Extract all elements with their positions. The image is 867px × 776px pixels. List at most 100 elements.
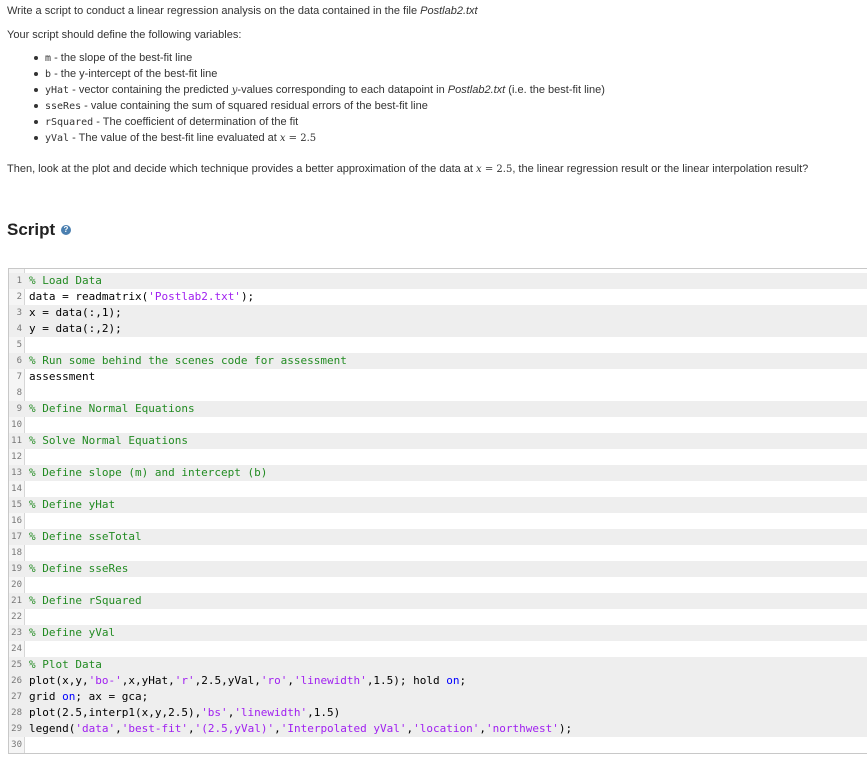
code-text: % Define yVal [29, 625, 115, 641]
variable-desc: - The coefficient of determination of th… [93, 116, 299, 128]
code-token: , [115, 722, 122, 735]
code-token: % Define yHat [29, 498, 116, 511]
code-token: , [187, 722, 195, 735]
math-eq: = 2.5 [285, 133, 317, 144]
intro-sentence: Write a script to conduct a linear regre… [7, 5, 421, 17]
code-line[interactable]: 16 [9, 513, 867, 529]
code-line[interactable]: 13 % Define slope (m) and intercept (b) [9, 465, 867, 481]
code-text: x = data(:,1); [29, 305, 122, 321]
code-text: legend('data','best-fit','(2.5,yVal)','I… [29, 721, 572, 737]
code-line[interactable]: 22 [9, 609, 867, 625]
code-text: % Solve Normal Equations [29, 433, 188, 449]
line-number: 2 [16, 292, 22, 302]
code-token: ,1.5); hold [366, 674, 447, 687]
line-number: 6 [16, 356, 22, 366]
code-text: % Define yHat [29, 497, 115, 513]
script-heading: Script [7, 220, 56, 239]
code-text: data = readmatrix('Postlab2.txt'); [29, 289, 254, 305]
code-line[interactable]: 20 [9, 577, 867, 593]
line-number: 26 [11, 676, 22, 686]
variable-name: rSquared [45, 117, 94, 128]
code-line[interactable]: 26 plot(x,y,'bo-',x,yHat,'r',2.5,yVal,'ro… [9, 673, 867, 689]
line-number: 3 [16, 308, 22, 318]
variable-filename: Postlab2.txt [447, 84, 506, 96]
variable-item-sseres: sseRes - value containing the sum of squ… [7, 98, 605, 114]
code-token: ; [459, 674, 467, 687]
code-token: % Solve Normal Equations [29, 434, 188, 447]
code-token: 'best-fit' [121, 722, 188, 735]
code-text: % Plot Data [29, 657, 102, 673]
line-number: 4 [16, 324, 22, 334]
variable-item-b: b - the y-intercept of the best-fit line [7, 66, 605, 82]
line-number: 24 [11, 644, 22, 654]
code-line[interactable]: 15 % Define yHat [9, 497, 867, 513]
code-token: % Load Data [29, 274, 102, 287]
code-token: x = data(:,1); [29, 306, 122, 319]
code-line[interactable]: 10 [9, 417, 867, 433]
line-number: 1 [16, 276, 22, 286]
code-token: ; ax = gca; [75, 690, 149, 703]
code-line[interactable]: 19 % Define sseRes [9, 561, 867, 577]
code-line[interactable]: 27 grid on; ax = gca; [9, 689, 867, 705]
code-line[interactable]: 11 % Solve Normal Equations [9, 433, 867, 449]
code-token: % Define sseRes [29, 562, 129, 575]
code-line[interactable]: 29 legend('data','best-fit','(2.5,yVal)',… [9, 721, 867, 737]
intro-text: Write a script to conduct a linear regre… [7, 3, 478, 19]
code-text: plot(x,y,'bo-',x,yHat,'r',2.5,yVal,'ro',… [29, 673, 466, 689]
code-line[interactable]: 4 y = data(:,2); [9, 321, 867, 337]
code-token: 'r' [174, 674, 195, 687]
code-line[interactable]: 17 % Define sseTotal [9, 529, 867, 545]
line-number: 25 [11, 660, 22, 670]
code-line[interactable]: 6 % Run some behind the scenes code for a… [9, 353, 867, 369]
code-editor[interactable]: 1 % Load Data 2 data = readmatrix('Postlab2… [8, 268, 867, 754]
code-line[interactable]: 14 [9, 481, 867, 497]
code-line[interactable]: 1 % Load Data [9, 273, 867, 289]
help-icon[interactable]: ? [61, 225, 71, 235]
code-token: 'northwest' [486, 722, 559, 735]
math-eq: = 2.5 [481, 164, 513, 175]
code-text: % Run some behind the scenes code for as… [29, 353, 347, 369]
code-line[interactable]: 25 % Plot Data [9, 657, 867, 673]
code-line[interactable]: 23 % Define yVal [9, 625, 867, 641]
line-number: 18 [11, 548, 22, 558]
code-line[interactable]: 18 [9, 545, 867, 561]
code-line[interactable]: 9 % Define Normal Equations [9, 401, 867, 417]
line-number: 22 [11, 612, 22, 622]
code-line[interactable]: 2 data = readmatrix('Postlab2.txt'); [9, 289, 867, 305]
code-token: on [446, 674, 460, 687]
line-number: 12 [11, 452, 22, 462]
code-token: '(2.5,yVal)' [194, 722, 275, 735]
line-number: 27 [11, 692, 22, 702]
code-token: 'bo-' [88, 674, 122, 687]
variable-name: yVal [45, 133, 70, 144]
code-token: , [274, 722, 281, 735]
variable-desc-b: -values corresponding to each datapoint … [237, 84, 448, 96]
code-text: % Define Normal Equations [29, 401, 195, 417]
code-token: 'bs' [201, 706, 228, 719]
code-token: y = data(:,2); [29, 322, 122, 335]
code-token: , [287, 674, 294, 687]
code-token: plot(x,y, [29, 674, 89, 687]
code-text: % Define rSquared [29, 593, 142, 609]
line-number: 30 [11, 740, 22, 750]
code-line[interactable]: 12 [9, 449, 867, 465]
line-number: 28 [11, 708, 22, 718]
variable-desc: - value containing the sum of squared re… [81, 100, 428, 112]
code-line[interactable]: 28 plot(2.5,interp1(x,y,2.5),'bs','linewi… [9, 705, 867, 721]
code-line[interactable]: 3 x = data(:,1); [9, 305, 867, 321]
code-line[interactable]: 24 [9, 641, 867, 657]
code-line[interactable]: 7 assessment [9, 369, 867, 385]
code-line[interactable]: 5 [9, 337, 867, 353]
variable-item-yval: yVal - The value of the best-fit line ev… [7, 130, 605, 146]
code-token: 'data' [75, 722, 116, 735]
variable-item-rsquared: rSquared - The coefficient of determinat… [7, 114, 605, 130]
code-line[interactable]: 30 [9, 737, 867, 753]
code-token: 'linewidth' [293, 674, 367, 687]
define-text: Your script should define the following … [7, 29, 242, 41]
code-text: % Define sseRes [29, 561, 128, 577]
code-token: 'linewidth' [234, 706, 308, 719]
line-number: 21 [11, 596, 22, 606]
code-line[interactable]: 21 % Define rSquared [9, 593, 867, 609]
code-line[interactable]: 8 [9, 385, 867, 401]
code-token: 'location' [413, 722, 480, 735]
